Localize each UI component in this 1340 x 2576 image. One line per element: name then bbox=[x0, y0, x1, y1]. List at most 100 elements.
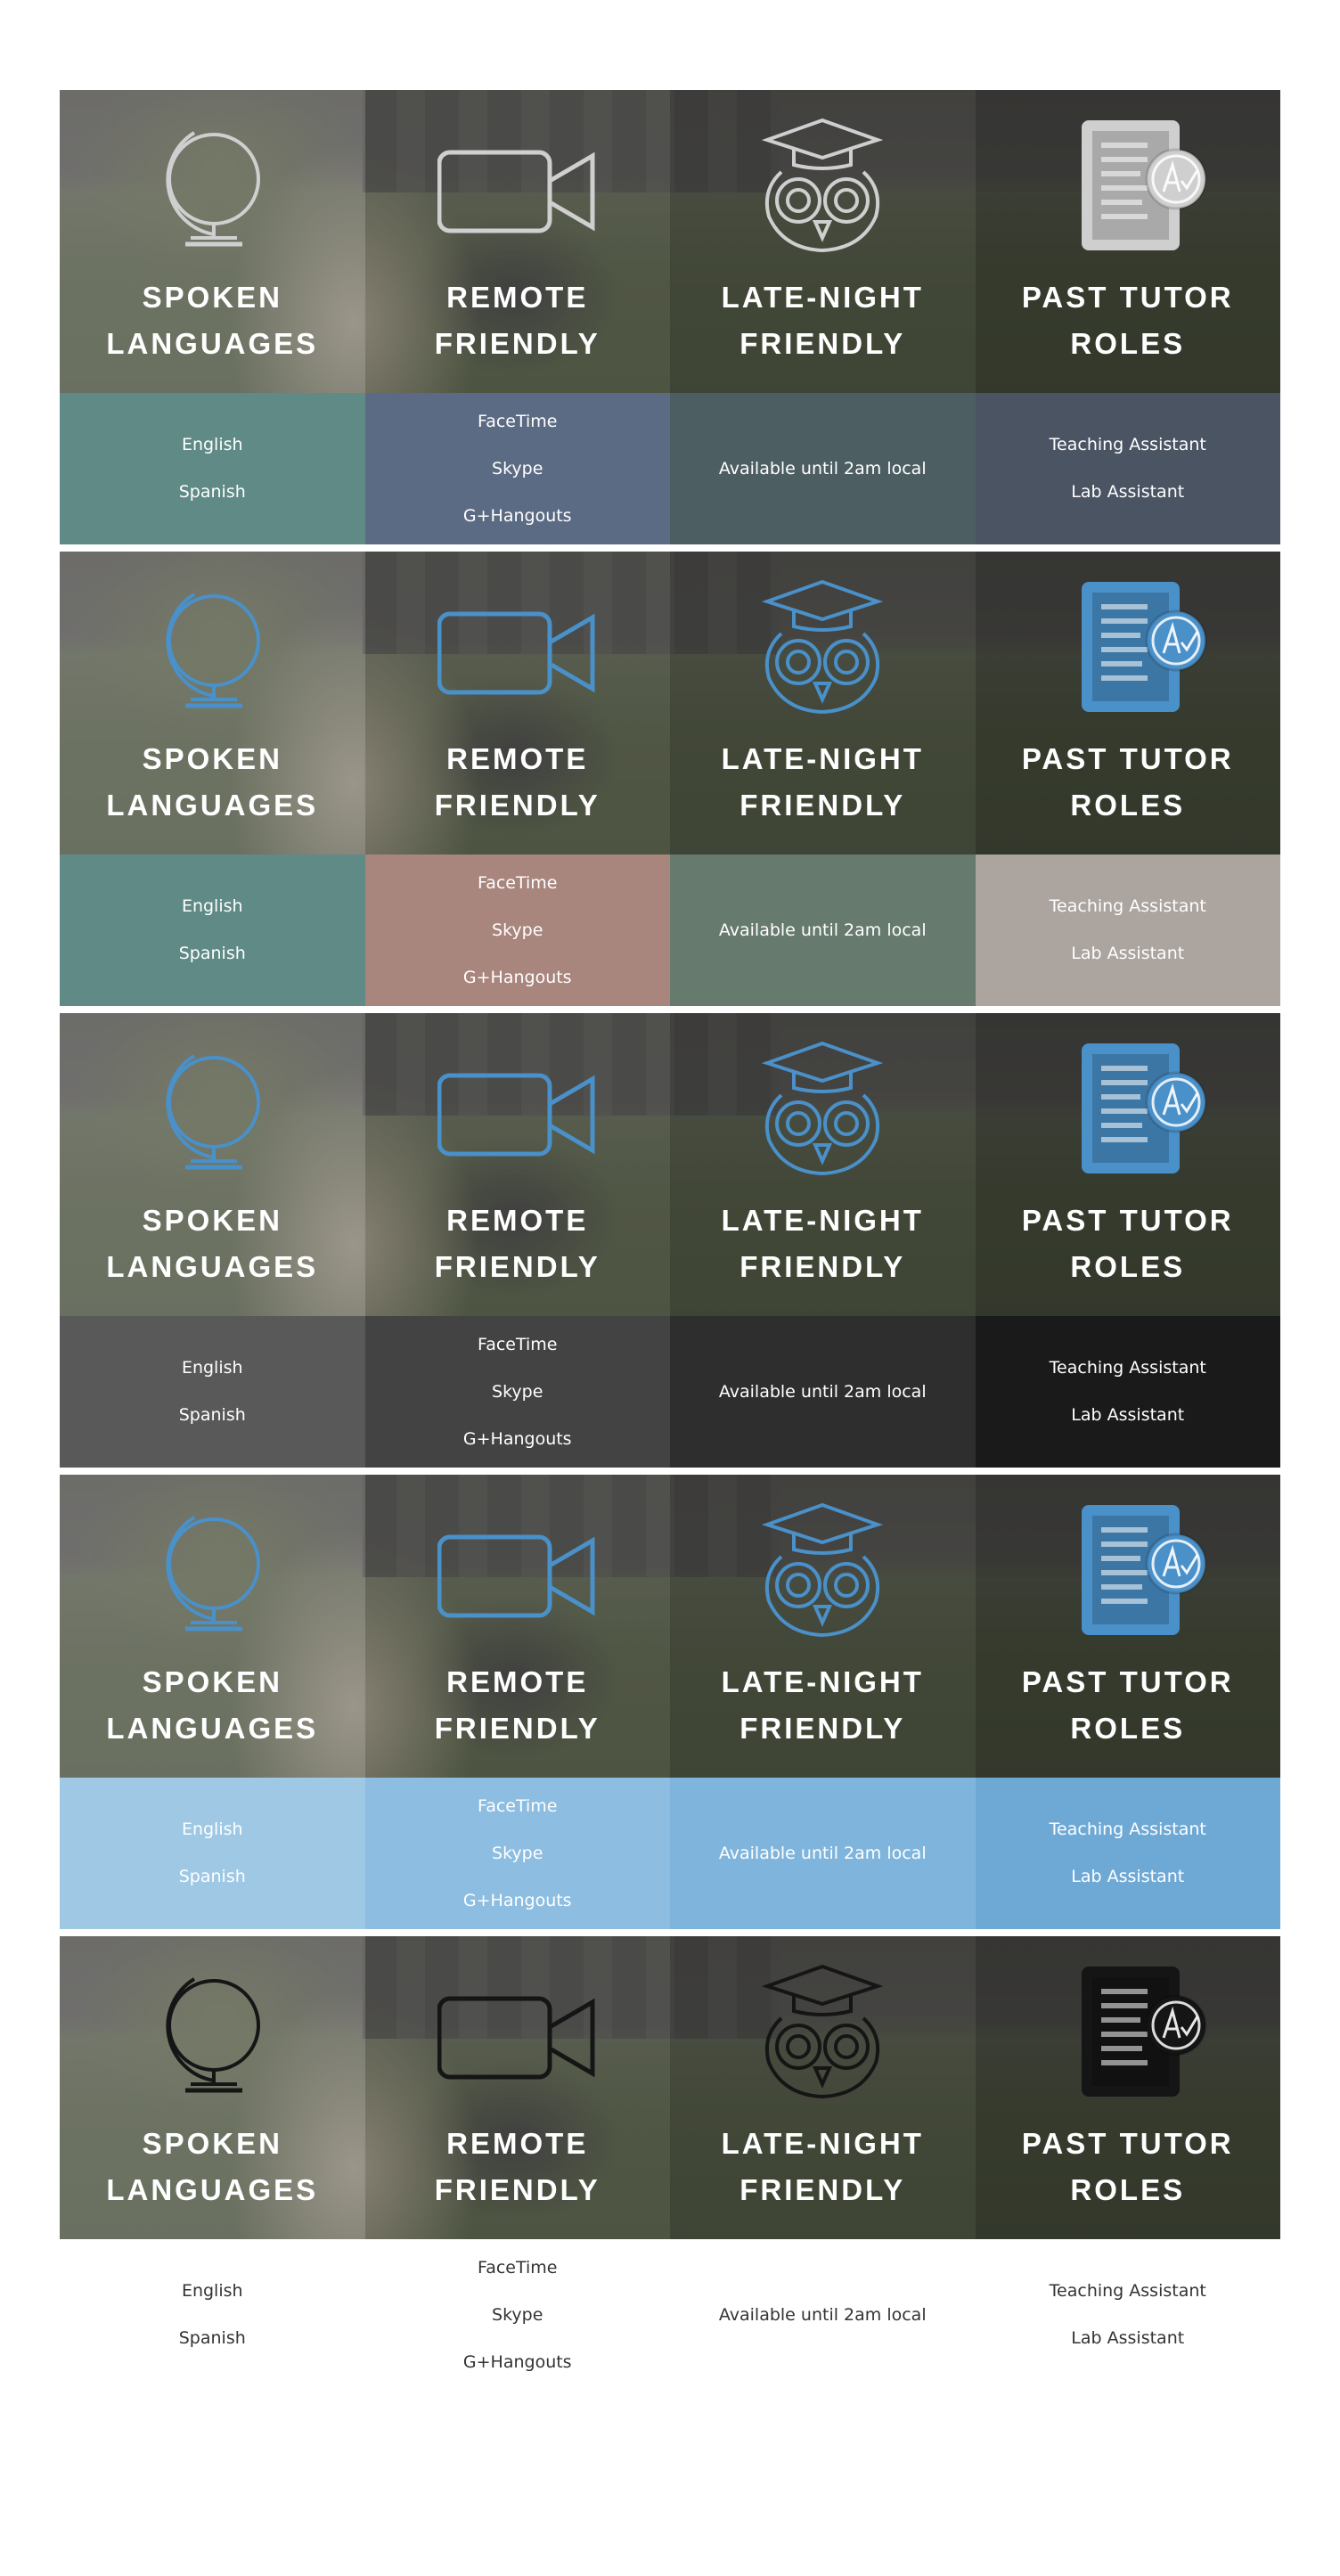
feature-tile-title: PAST TUTOR ROLES bbox=[976, 736, 1281, 829]
feature-tile-title-line2: ROLES bbox=[1070, 1250, 1186, 1283]
feature-tile-title-line1: REMOTE bbox=[446, 1665, 589, 1698]
feature-tile-title-line1: LATE-NIGHT bbox=[721, 1665, 924, 1698]
detail-cell: Teaching Assistant Lab Assistant bbox=[975, 1778, 1280, 1929]
feature-tile-title-line1: PAST TUTOR bbox=[1021, 1665, 1234, 1698]
feature-tile-title-line1: PAST TUTOR bbox=[1021, 281, 1234, 314]
feature-tile: PAST TUTOR ROLES bbox=[976, 1475, 1281, 1778]
globe-icon bbox=[132, 1503, 292, 1637]
tile-variant: SPOKEN LANGUAGES REMOTE FRIENDLY LATE-NIGHT F… bbox=[60, 1013, 1280, 1468]
graded-document-icon bbox=[1048, 119, 1208, 252]
campus-photo-background: SPOKEN LANGUAGES REMOTE FRIENDLY LATE-NIGHT F… bbox=[60, 90, 1280, 393]
feature-tile-title: LATE-NIGHT FRIENDLY bbox=[670, 1198, 976, 1290]
feature-tile-title-line1: REMOTE bbox=[446, 2127, 589, 2160]
feature-tile-title-line2: FRIENDLY bbox=[434, 2173, 601, 2206]
tile-variants: SPOKEN LANGUAGES REMOTE FRIENDLY LATE-NIGHT F… bbox=[60, 90, 1280, 2398]
detail-item: G+Hangouts bbox=[462, 967, 572, 987]
detail-item: Teaching Assistant bbox=[1049, 435, 1206, 454]
detail-cell: English Spanish bbox=[60, 1316, 365, 1468]
feature-tile-title-line1: REMOTE bbox=[446, 281, 589, 314]
feature-tile-title: SPOKEN LANGUAGES bbox=[60, 1198, 365, 1290]
feature-tile-title-line2: FRIENDLY bbox=[434, 1712, 601, 1745]
detail-cell: English Spanish bbox=[60, 1778, 365, 1929]
feature-tile-title-line1: SPOKEN bbox=[142, 1204, 282, 1237]
feature-tile-title-line1: LATE-NIGHT bbox=[721, 2127, 924, 2160]
feature-tile-title-line2: LANGUAGES bbox=[106, 1712, 319, 1745]
graded-document-icon bbox=[1048, 580, 1208, 714]
detail-cell: Available until 2am local bbox=[670, 855, 976, 1006]
detail-item: Skype bbox=[492, 2304, 543, 2325]
feature-tile-title-line2: ROLES bbox=[1070, 1712, 1186, 1745]
detail-cell: Available until 2am local bbox=[670, 1778, 976, 1929]
feature-tile-title-line2: FRIENDLY bbox=[739, 1250, 906, 1283]
feature-tile-title-line1: LATE-NIGHT bbox=[721, 281, 924, 314]
detail-item: Lab Assistant bbox=[1071, 1405, 1185, 1425]
detail-cell: Teaching Assistant Lab Assistant bbox=[975, 393, 1280, 544]
feature-tile-title-line2: FRIENDLY bbox=[434, 327, 601, 360]
feature-tile: REMOTE FRIENDLY bbox=[365, 1936, 671, 2239]
video-camera-icon bbox=[437, 1965, 598, 2098]
feature-tile: SPOKEN LANGUAGES bbox=[60, 90, 365, 393]
tile-variant: SPOKEN LANGUAGES REMOTE FRIENDLY LATE-NIGHT F… bbox=[60, 1936, 1280, 2391]
globe-icon bbox=[132, 1965, 292, 2098]
tile-variant: SPOKEN LANGUAGES REMOTE FRIENDLY LATE-NIGHT F… bbox=[60, 90, 1280, 544]
detail-item: Available until 2am local bbox=[718, 920, 927, 940]
detail-item: G+Hangouts bbox=[462, 1428, 572, 1449]
tile-variant: SPOKEN LANGUAGES REMOTE FRIENDLY LATE-NIGHT F… bbox=[60, 552, 1280, 1006]
feature-tile-title-line2: FRIENDLY bbox=[739, 789, 906, 822]
detail-cell: English Spanish bbox=[60, 393, 365, 544]
detail-row: English Spanish FaceTime Skype G+Hangouts Ava… bbox=[60, 1778, 1280, 1929]
detail-row: English Spanish FaceTime Skype G+Hangouts Ava… bbox=[60, 855, 1280, 1006]
detail-item: Lab Assistant bbox=[1071, 482, 1185, 502]
globe-icon bbox=[132, 1042, 292, 1175]
campus-photo-background: SPOKEN LANGUAGES REMOTE FRIENDLY LATE-NIGHT F… bbox=[60, 552, 1280, 855]
feature-tile-title-line1: SPOKEN bbox=[142, 281, 282, 314]
detail-item: English bbox=[181, 896, 243, 916]
graded-document-icon bbox=[1048, 1965, 1208, 2098]
feature-tile: LATE-NIGHT FRIENDLY bbox=[670, 1936, 976, 2239]
detail-item: Teaching Assistant bbox=[1049, 1820, 1206, 1839]
detail-item: FaceTime bbox=[478, 1334, 558, 1354]
campus-photo-background: SPOKEN LANGUAGES REMOTE FRIENDLY LATE-NIGHT F… bbox=[60, 1475, 1280, 1778]
globe-icon bbox=[132, 119, 292, 252]
detail-item: G+Hangouts bbox=[462, 2351, 572, 2372]
feature-tile: LATE-NIGHT FRIENDLY bbox=[670, 1475, 976, 1778]
detail-item: Teaching Assistant bbox=[1049, 2281, 1206, 2301]
feature-tile-title-line2: LANGUAGES bbox=[106, 1250, 319, 1283]
feature-tile-title: LATE-NIGHT FRIENDLY bbox=[670, 1659, 976, 1752]
feature-tile-title: SPOKEN LANGUAGES bbox=[60, 736, 365, 829]
feature-tile-title-line2: LANGUAGES bbox=[106, 327, 319, 360]
detail-item: Lab Assistant bbox=[1071, 944, 1185, 963]
detail-item: Available until 2am local bbox=[718, 1381, 927, 1402]
detail-cell: FaceTime Skype G+Hangouts bbox=[364, 393, 670, 544]
feature-tile: PAST TUTOR ROLES bbox=[976, 1936, 1281, 2239]
detail-item: FaceTime bbox=[478, 1795, 558, 1816]
detail-item: Lab Assistant bbox=[1071, 2328, 1185, 2348]
video-camera-icon bbox=[437, 580, 598, 714]
feature-tile-title: PAST TUTOR ROLES bbox=[976, 274, 1281, 367]
detail-cell: Available until 2am local bbox=[670, 393, 976, 544]
campus-photo-background: SPOKEN LANGUAGES REMOTE FRIENDLY LATE-NIGHT F… bbox=[60, 1936, 1280, 2239]
video-camera-icon bbox=[437, 119, 598, 252]
feature-tile-title: REMOTE FRIENDLY bbox=[365, 736, 671, 829]
feature-tile-title: PAST TUTOR ROLES bbox=[976, 2121, 1281, 2213]
owl-icon bbox=[742, 1964, 903, 2099]
feature-tile-title: SPOKEN LANGUAGES bbox=[60, 1659, 365, 1752]
detail-item: Skype bbox=[492, 920, 543, 940]
feature-tile-title: LATE-NIGHT FRIENDLY bbox=[670, 274, 976, 367]
feature-tile: SPOKEN LANGUAGES bbox=[60, 1936, 365, 2239]
detail-item: Available until 2am local bbox=[718, 2304, 927, 2325]
detail-item: G+Hangouts bbox=[462, 505, 572, 526]
feature-tile-title-line2: FRIENDLY bbox=[739, 327, 906, 360]
detail-cell: FaceTime Skype G+Hangouts bbox=[364, 1316, 670, 1468]
detail-cell: Teaching Assistant Lab Assistant bbox=[975, 1316, 1280, 1468]
feature-tile-title-line1: LATE-NIGHT bbox=[721, 1204, 924, 1237]
video-camera-icon bbox=[437, 1503, 598, 1637]
detail-item: FaceTime bbox=[478, 411, 558, 431]
detail-row: English Spanish FaceTime Skype G+Hangouts Ava… bbox=[60, 393, 1280, 544]
feature-tile-title-line2: ROLES bbox=[1070, 327, 1186, 360]
owl-icon bbox=[742, 118, 903, 253]
detail-item: FaceTime bbox=[478, 872, 558, 893]
detail-item: Spanish bbox=[178, 944, 246, 963]
detail-cell: English Spanish bbox=[60, 2239, 365, 2391]
feature-tile: REMOTE FRIENDLY bbox=[365, 1013, 671, 1316]
